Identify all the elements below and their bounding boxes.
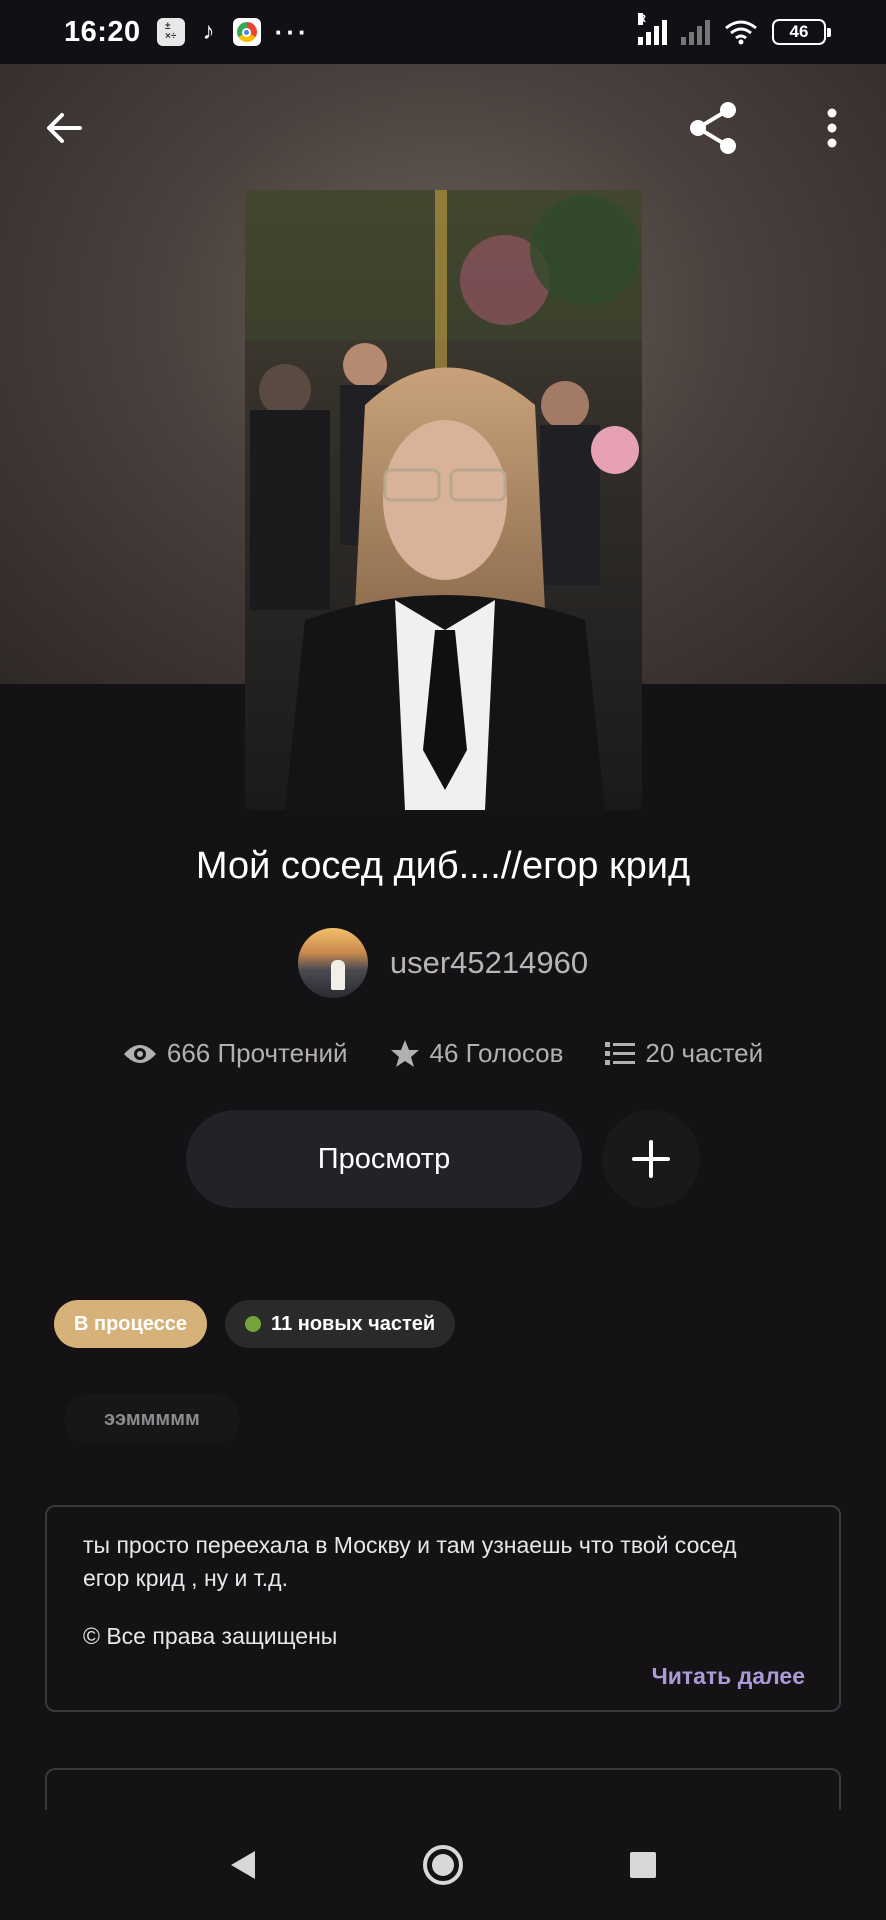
author-name[interactable]: user45214960 bbox=[390, 945, 588, 981]
votes-stat: 46 Голосов bbox=[390, 1038, 564, 1069]
nav-back-button[interactable] bbox=[218, 1840, 268, 1890]
eye-icon bbox=[123, 1044, 156, 1063]
calculator-icon: ± ×÷ bbox=[156, 18, 185, 46]
arrow-left-icon bbox=[47, 113, 82, 143]
battery-icon: 46 bbox=[772, 19, 831, 45]
plus-icon bbox=[632, 1140, 670, 1178]
share-button[interactable] bbox=[684, 98, 744, 158]
votes-count: 46 Голосов bbox=[429, 1038, 564, 1068]
triangle-back-icon bbox=[231, 1851, 255, 1879]
status-app-icons: ± ×÷ ♪ bbox=[156, 18, 261, 46]
back-button[interactable] bbox=[36, 100, 92, 156]
status-time: 16:20 bbox=[64, 15, 141, 48]
battery-level: 46 bbox=[789, 22, 809, 41]
circle-home-icon bbox=[423, 1845, 463, 1885]
reads-stat: 666 Прочтений bbox=[123, 1038, 348, 1069]
tiktok-icon: ♪ bbox=[202, 18, 215, 45]
wifi-icon bbox=[725, 20, 757, 45]
parts-stat: 20 частей bbox=[605, 1038, 763, 1069]
new-dot-icon bbox=[245, 1316, 262, 1332]
nav-recents-button[interactable] bbox=[618, 1840, 668, 1890]
nav-home-button[interactable] bbox=[418, 1840, 468, 1890]
square-recents-icon bbox=[630, 1852, 656, 1878]
story-stats: 666 Прочтений 46 Голосов 20 частей bbox=[0, 1038, 886, 1069]
read-button[interactable]: Просмотр bbox=[186, 1110, 582, 1208]
copyright-text: © Все права защищены bbox=[83, 1623, 338, 1649]
add-to-library-button[interactable] bbox=[602, 1110, 700, 1208]
description-card[interactable]: ты просто переехала в Москву и там узнае… bbox=[45, 1505, 841, 1712]
author-row[interactable]: user45214960 bbox=[0, 928, 886, 998]
reads-count: 666 Прочтений bbox=[166, 1038, 348, 1068]
cover-photo bbox=[245, 190, 642, 810]
chrome-icon bbox=[232, 18, 261, 46]
navigation-bar bbox=[0, 1810, 886, 1920]
status-bar: 16:20 ± ×÷ ♪ ··· R 46 bbox=[0, 0, 886, 64]
story-cover-image[interactable] bbox=[245, 190, 642, 810]
status-badge: В процессе bbox=[54, 1300, 208, 1348]
badges-row: В процессе 11 новых частей bbox=[54, 1300, 456, 1348]
share-icon bbox=[690, 102, 736, 154]
description-text: ты просто переехала в Москву и там узнае… bbox=[83, 1532, 737, 1591]
parts-count: 20 частей bbox=[645, 1038, 764, 1068]
list-icon bbox=[605, 1041, 636, 1065]
new-parts-label: 11 новых частей bbox=[271, 1312, 436, 1335]
story-title: Мой сосед диб....//егор крид bbox=[195, 845, 691, 887]
more-options-button[interactable] bbox=[808, 100, 856, 156]
avatar[interactable] bbox=[297, 928, 368, 998]
new-parts-badge: 11 новых частей bbox=[225, 1300, 456, 1348]
more-vertical-icon bbox=[827, 108, 837, 148]
read-more-link[interactable]: Читать далее bbox=[652, 1663, 805, 1690]
story-tag[interactable]: ээммммм bbox=[64, 1394, 240, 1444]
star-icon bbox=[390, 1039, 419, 1067]
signal-icon: R bbox=[638, 13, 667, 45]
signal-2-icon bbox=[681, 19, 710, 45]
overflow-dots-icon: ··· bbox=[274, 16, 310, 47]
